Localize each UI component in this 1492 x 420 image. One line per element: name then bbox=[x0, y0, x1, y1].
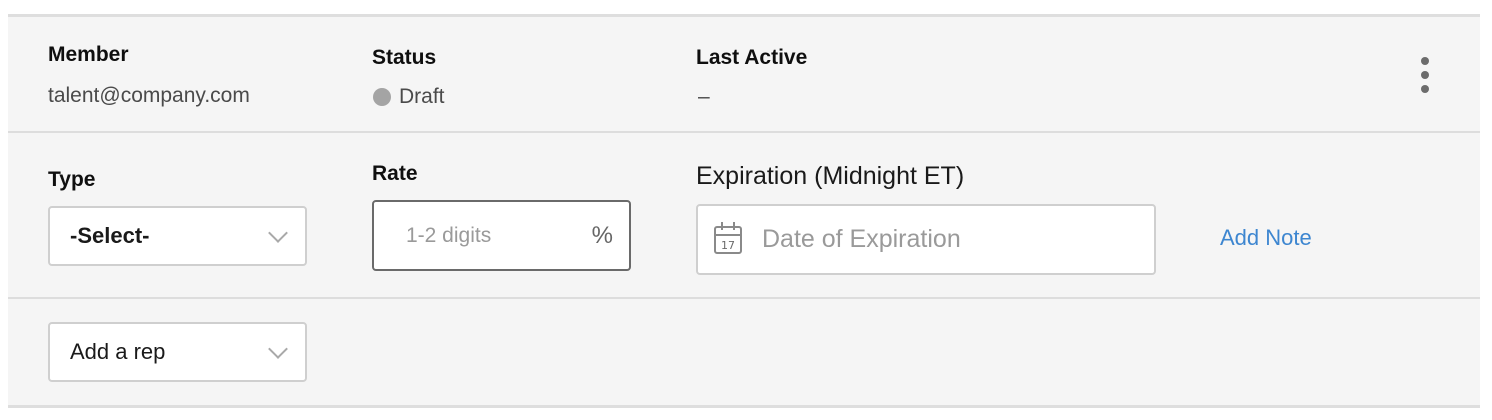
type-select-value: -Select- bbox=[70, 223, 150, 248]
status-dot-icon bbox=[373, 88, 391, 106]
member-email: talent@company.com bbox=[48, 84, 250, 107]
add-note-link[interactable]: Add Note bbox=[1220, 225, 1312, 251]
last-active-value: – bbox=[698, 85, 710, 108]
chevron-down-icon bbox=[269, 344, 285, 360]
percent-suffix: % bbox=[591, 221, 613, 249]
type-select[interactable]: -Select- bbox=[48, 206, 307, 266]
more-options-icon[interactable] bbox=[1415, 57, 1435, 93]
rate-label: Rate bbox=[372, 162, 418, 185]
type-label: Type bbox=[48, 168, 96, 191]
last-active-label: Last Active bbox=[696, 46, 808, 69]
expiration-label: Expiration (Midnight ET) bbox=[696, 162, 965, 190]
add-rep-select-value: Add a rep bbox=[70, 339, 166, 364]
calendar-icon: 17 bbox=[714, 221, 742, 254]
rate-placeholder: 1-2 digits bbox=[406, 223, 492, 247]
add-rep-select[interactable]: Add a rep bbox=[48, 322, 307, 382]
member-card: Member talent@company.com Status Draft L… bbox=[8, 14, 1480, 408]
expiration-placeholder: Date of Expiration bbox=[762, 225, 961, 253]
chevron-down-icon bbox=[269, 228, 285, 244]
divider bbox=[8, 131, 1480, 133]
status-label: Status bbox=[372, 46, 437, 69]
divider bbox=[8, 297, 1480, 299]
status-badge: Draft bbox=[373, 85, 445, 109]
member-label: Member bbox=[48, 43, 129, 66]
expiration-date-input[interactable]: 17 Date of Expiration bbox=[696, 204, 1156, 275]
status-value: Draft bbox=[399, 85, 445, 108]
rate-input[interactable]: 1-2 digits % bbox=[372, 200, 631, 271]
